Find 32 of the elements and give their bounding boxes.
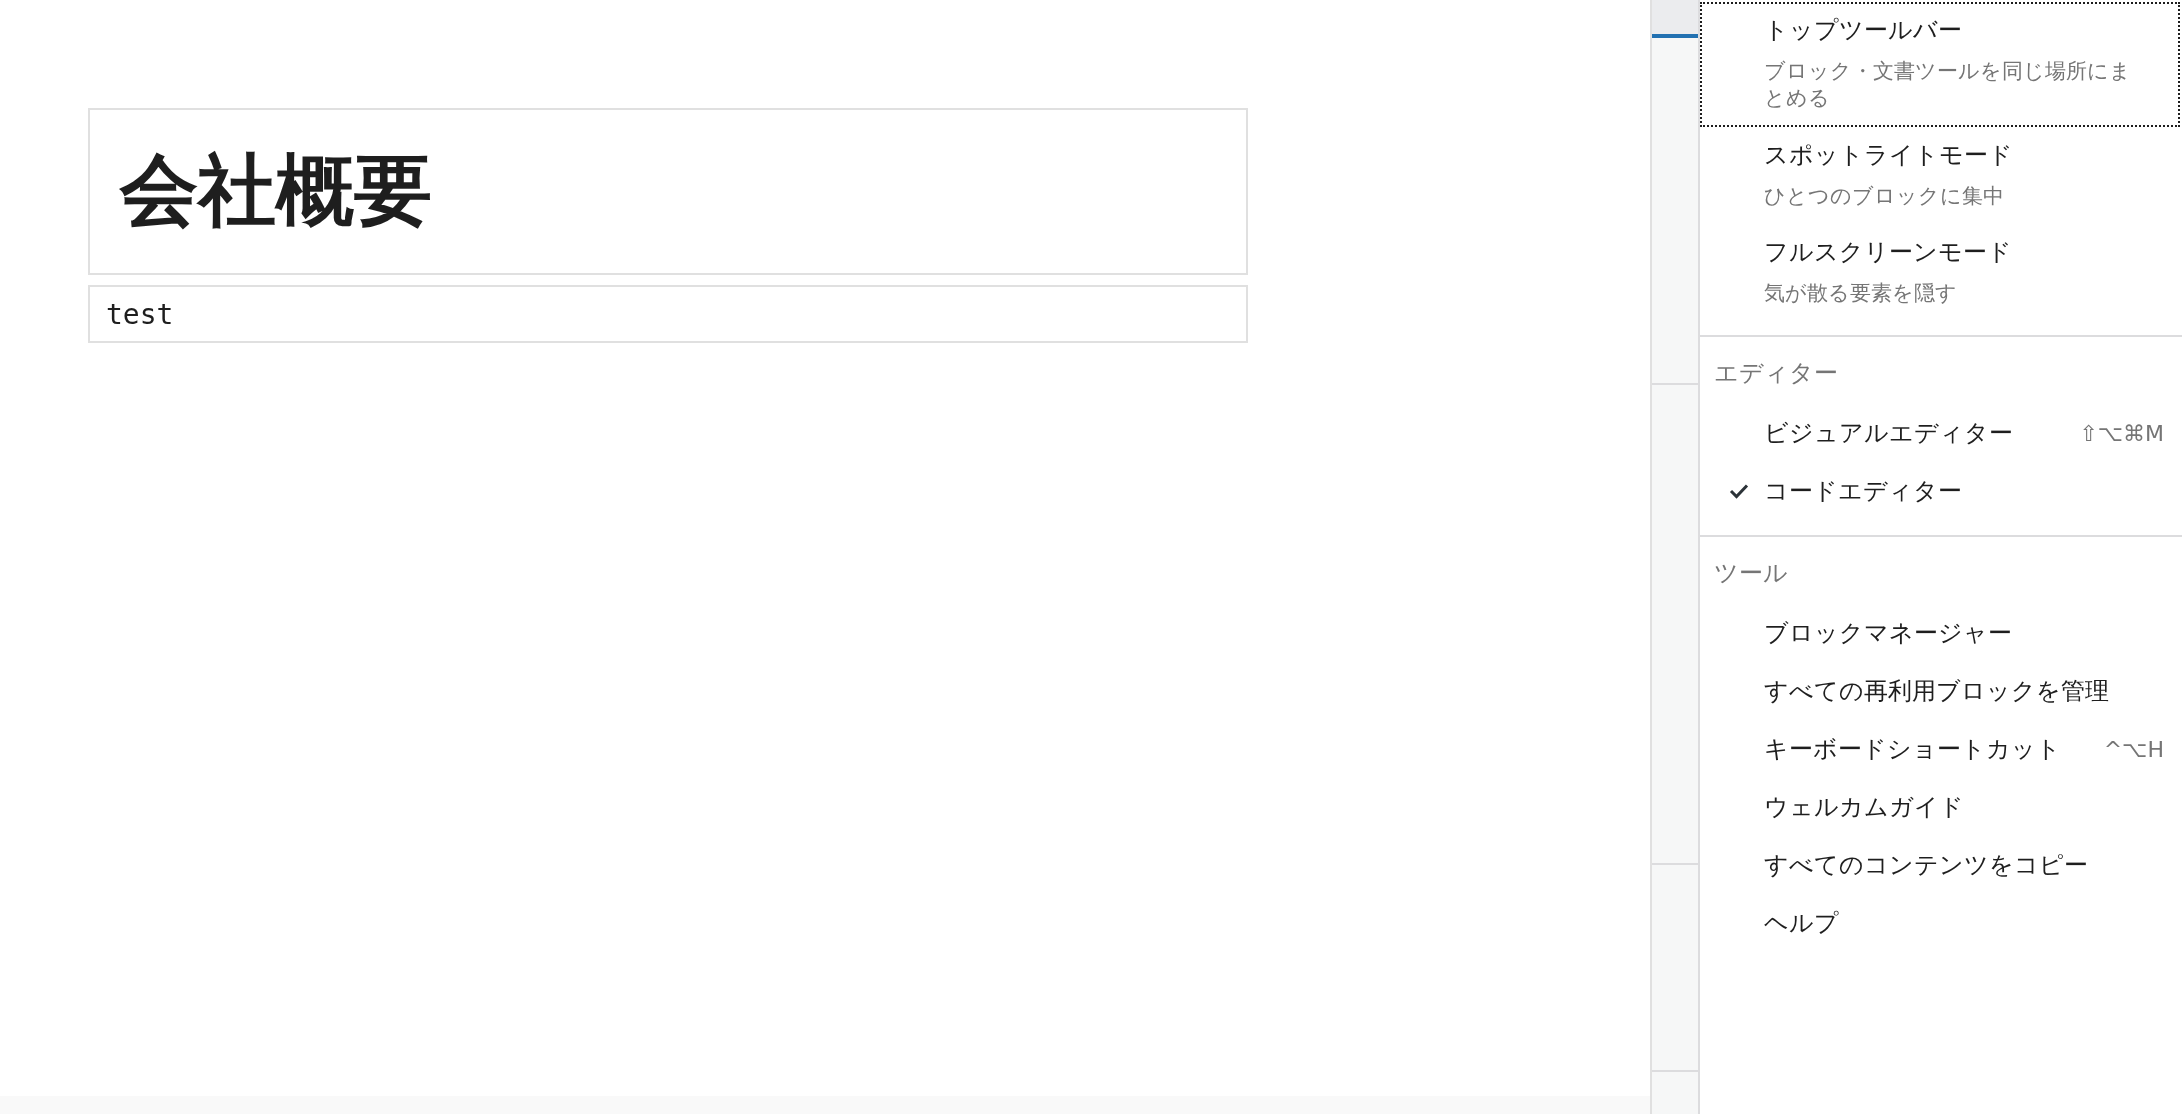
keyboard-shortcut: ⇧⌥⌘M: [2079, 421, 2164, 447]
title-block[interactable]: 会社概要: [88, 108, 1248, 275]
menu-item-label: ビジュアルエディター: [1764, 418, 2013, 450]
menu-item-label: コードエディター: [1764, 476, 1962, 508]
menu-item-description: 気が散る要素を隠す: [1764, 279, 1958, 307]
menu-item[interactable]: ウェルカムガイド: [1700, 779, 2180, 838]
menu-item-label: すべての再利用ブロックを管理: [1764, 676, 2109, 708]
menu-item[interactable]: フルスクリーンモード 気が散る要素を隠す: [1700, 223, 2180, 322]
menu-item-description: ブロック・文書ツールを同じ場所にまとめる: [1764, 58, 2132, 113]
menu-item[interactable]: コードエディター: [1700, 463, 2180, 522]
post-title: 会社概要: [120, 146, 432, 236]
menu-item[interactable]: キーボードショートカット ^⌥H: [1700, 721, 2180, 780]
keyboard-shortcut: ^⌥H: [2103, 737, 2164, 763]
menu-item[interactable]: スポットライトモード ひとつのブロックに集中: [1700, 126, 2180, 224]
menu-item[interactable]: すべての再利用ブロックを管理: [1700, 663, 2180, 722]
menu-item[interactable]: ブロックマネージャー: [1700, 605, 2180, 664]
menu-group-heading: ツール: [1713, 558, 1789, 590]
menu-item[interactable]: トップツールバー ブロック・文書ツールを同じ場所にまとめる: [1700, 2, 2180, 127]
menu-item[interactable]: ヘルプ: [1700, 895, 2180, 954]
menu-item-description: ひとつのブロックに集中: [1764, 182, 2005, 210]
menu-item-label: ヘルプ: [1764, 908, 1839, 940]
menu-item-label: キーボードショートカット: [1764, 734, 2061, 766]
code-field[interactable]: test: [88, 285, 1248, 343]
menu-item-label: フルスクリーンモード: [1764, 236, 2012, 268]
menu-item[interactable]: ビジュアルエディター ⇧⌥⌘M: [1700, 405, 2180, 464]
menu-group-heading: エディター: [1713, 358, 1839, 390]
menu-item-label: ウェルカムガイド: [1764, 792, 1964, 824]
menu-item-label: すべてのコンテンツをコピー: [1764, 850, 2088, 882]
menu-item-label: トップツールバー: [1764, 15, 1962, 46]
menu-item-label: ブロックマネージャー: [1764, 618, 2012, 650]
menu-item[interactable]: すべてのコンテンツをコピー: [1700, 837, 2180, 896]
menu-item-label: スポットライトモード: [1764, 139, 2013, 171]
